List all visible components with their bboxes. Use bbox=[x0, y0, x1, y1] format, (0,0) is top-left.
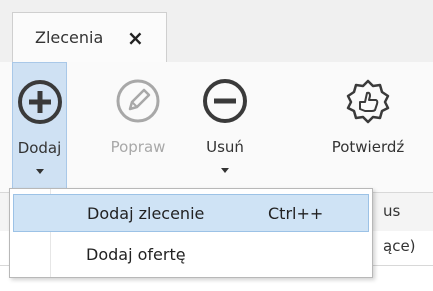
tab-strip: Zlecenia × bbox=[0, 0, 433, 63]
chevron-down-icon bbox=[35, 169, 44, 174]
add-button-label: Dodaj bbox=[17, 139, 62, 157]
add-dropdown-menu: Dodaj zlecenie Ctrl++ Dodaj ofertę bbox=[9, 188, 373, 278]
edit-button-label: Popraw bbox=[110, 138, 166, 156]
remove-button-label: Usuń bbox=[206, 138, 244, 156]
edit-button[interactable]: Popraw bbox=[98, 62, 178, 190]
menu-item-label: Dodaj ofertę bbox=[86, 245, 186, 264]
ribbon-toolbar: Dodaj Popraw Usuń Potwierdź bbox=[0, 62, 433, 192]
remove-button[interactable]: Usuń bbox=[190, 62, 260, 190]
close-icon[interactable]: × bbox=[127, 26, 144, 50]
chevron-down-icon bbox=[221, 168, 229, 173]
app-window: Zlecenia × Dodaj Popraw Usuń Potwierdź u… bbox=[0, 0, 433, 291]
menu-item-add-order[interactable]: Dodaj zlecenie Ctrl++ bbox=[13, 194, 369, 232]
menu-item-label: Dodaj zlecenie bbox=[87, 204, 205, 223]
thumbs-up-badge-icon bbox=[345, 78, 391, 128]
plus-circle-icon bbox=[17, 79, 63, 129]
tab-label: Zlecenia bbox=[35, 28, 104, 47]
confirm-button[interactable]: Potwierdź bbox=[318, 62, 418, 190]
add-button[interactable]: Dodaj bbox=[12, 62, 67, 190]
menu-item-add-offer[interactable]: Dodaj ofertę bbox=[13, 236, 369, 274]
pencil-circle-icon bbox=[115, 78, 161, 128]
confirm-button-label: Potwierdź bbox=[331, 138, 405, 156]
tab-zlecenia[interactable]: Zlecenia × bbox=[12, 12, 167, 62]
menu-item-shortcut: Ctrl++ bbox=[268, 204, 324, 223]
minus-circle-icon bbox=[202, 78, 248, 128]
column-header-status[interactable]: us bbox=[383, 202, 400, 220]
table-cell: ące) bbox=[383, 237, 416, 255]
